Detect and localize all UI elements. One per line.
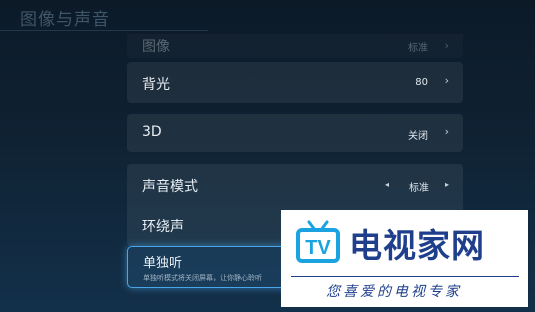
arrow-left-icon[interactable]: ◂ [385, 180, 389, 189]
menu-item-backlight[interactable]: 背光 80 › [127, 62, 463, 103]
menu-item-label: 声音模式 [142, 179, 198, 195]
menu-item-value: 80 [415, 77, 428, 88]
chevron-right-icon: › [444, 74, 449, 87]
chevron-right-icon: › [444, 39, 449, 52]
watermark-brand: 电视家网 [349, 226, 485, 265]
menu-item-value: 标准 [408, 43, 428, 54]
menu-item-picture[interactable]: 图像 标准 › [127, 34, 463, 58]
page-title: 图像与声音 [20, 10, 110, 30]
chevron-right-icon: › [444, 125, 449, 138]
menu-item-3d[interactable]: 3D 关闭 › [127, 114, 463, 152]
title-divider [0, 30, 208, 31]
menu-item-label: 环绕声 [142, 219, 184, 235]
tv-logo-icon: TV [296, 220, 340, 263]
menu-item-label: 图像 [142, 39, 170, 55]
watermark-overlay: TV 电视家网 您喜爱的电视专家 [281, 210, 528, 307]
menu-item-value: 标准 [409, 183, 429, 194]
logo-text: TV [305, 237, 331, 259]
menu-item-label: 背光 [142, 77, 170, 93]
menu-item-description: 单独听模式将关闭屏幕，让你静心聆听 [143, 274, 262, 282]
watermark-divider [291, 276, 519, 277]
arrow-right-icon[interactable]: ▸ [445, 180, 449, 189]
watermark-slogan: 您喜爱的电视专家 [326, 284, 462, 300]
menu-item-label: 单独听 [143, 256, 183, 271]
menu-item-value: 关闭 [408, 131, 428, 142]
menu-item-sound-mode[interactable]: 声音模式 ◂ 标准 ▸ [127, 164, 463, 204]
menu-item-label: 3D [142, 124, 162, 140]
